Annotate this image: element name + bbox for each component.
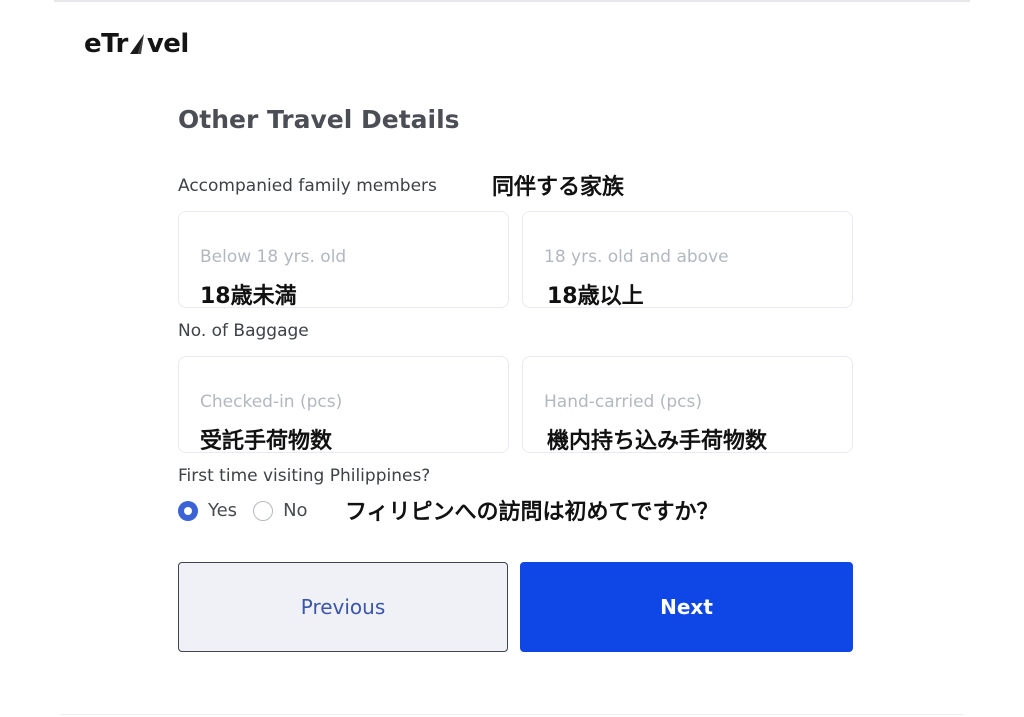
checked-in-placeholder: Checked-in (pcs) bbox=[200, 392, 343, 412]
above-18-placeholder: 18 yrs. old and above bbox=[544, 247, 729, 267]
first-time-label: First time visiting Philippines? bbox=[178, 466, 431, 486]
etravel-logo: eTr vel bbox=[84, 28, 189, 60]
baggage-label: No. of Baggage bbox=[178, 321, 309, 341]
first-time-annotation: フィリピンへの訪問は初めてですか？ bbox=[345, 500, 719, 525]
yes-radio[interactable] bbox=[178, 500, 198, 521]
family-members-annotation: 同伴する家族 bbox=[492, 175, 625, 200]
page-title: Other Travel Details bbox=[178, 105, 460, 134]
top-divider bbox=[54, 0, 970, 2]
yes-radio-label[interactable]: Yes bbox=[208, 500, 237, 521]
hand-carried-annotation: 機内持ち込み手荷物数 bbox=[547, 429, 768, 454]
checked-in-annotation: 受託手荷物数 bbox=[200, 429, 333, 454]
bottom-divider bbox=[60, 714, 964, 715]
next-button[interactable]: Next bbox=[520, 562, 853, 652]
logo-text-start: eTr bbox=[84, 29, 128, 59]
paper-plane-icon bbox=[129, 34, 144, 54]
no-radio-label[interactable]: No bbox=[283, 500, 307, 521]
previous-button[interactable]: Previous bbox=[178, 562, 508, 652]
below-18-annotation: 18歳未満 bbox=[200, 284, 297, 309]
logo-text-end: vel bbox=[146, 29, 190, 59]
previous-button-label: Previous bbox=[300, 595, 386, 619]
hand-carried-placeholder: Hand-carried (pcs) bbox=[544, 392, 702, 412]
above-18-annotation: 18歳以上 bbox=[547, 284, 644, 309]
next-button-label: Next bbox=[660, 595, 713, 619]
no-radio[interactable] bbox=[253, 500, 274, 521]
first-time-radio-group: Yes No bbox=[178, 500, 308, 521]
below-18-placeholder: Below 18 yrs. old bbox=[200, 247, 347, 267]
family-members-label: Accompanied family members bbox=[178, 176, 437, 196]
